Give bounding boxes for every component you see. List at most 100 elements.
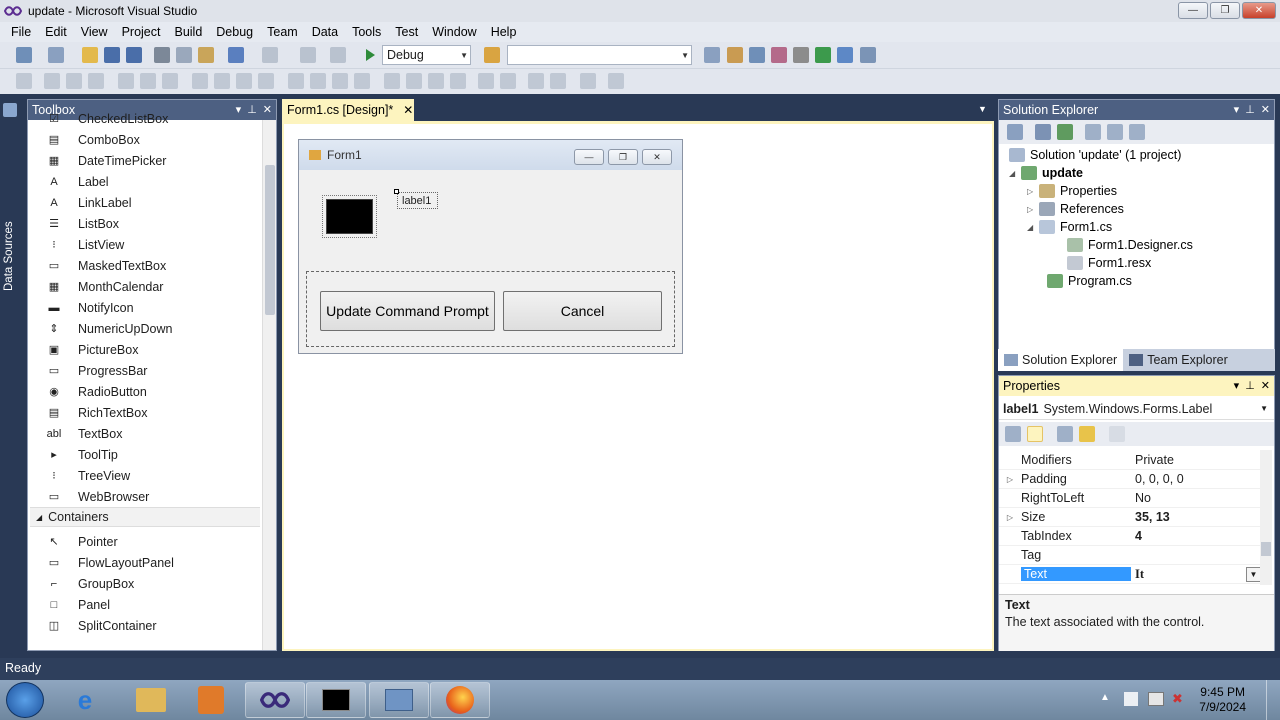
chevron-down-icon[interactable]: ▼ xyxy=(1260,404,1268,413)
make-same-width-icon[interactable] xyxy=(192,73,208,89)
align-centers-icon[interactable] xyxy=(66,73,82,89)
toolbox-item-monthcalendar[interactable]: ▦ MonthCalendar xyxy=(46,276,164,297)
panel-close-icon[interactable]: ✕ xyxy=(263,103,272,116)
solution-explorer-icon[interactable] xyxy=(704,47,720,63)
configuration-dropdown[interactable]: Debug ▼ xyxy=(382,45,471,65)
tree-references[interactable]: ▷ References xyxy=(1027,200,1124,218)
view-class-diagram-icon[interactable] xyxy=(1129,124,1145,140)
toolbox-item-combobox[interactable]: ▤ ComboBox xyxy=(46,129,140,150)
tab-team-explorer[interactable]: Team Explorer xyxy=(1123,349,1234,371)
alphabetical-icon[interactable] xyxy=(1027,426,1043,442)
show-all-files-icon[interactable] xyxy=(1035,124,1051,140)
picturebox-control[interactable] xyxy=(322,195,377,238)
toolbox-item-notifyicon[interactable]: ▬ NotifyIcon xyxy=(46,297,134,318)
open-file-icon[interactable] xyxy=(82,47,98,63)
menu-project[interactable]: Project xyxy=(115,25,168,39)
toolbox-item-groupbox[interactable]: ⌐ GroupBox xyxy=(46,573,135,594)
align-rights-icon[interactable] xyxy=(88,73,104,89)
horizontal-spacing-icon[interactable] xyxy=(288,73,304,89)
taskbar-remote-desktop[interactable] xyxy=(369,682,429,718)
command-window-icon[interactable] xyxy=(860,47,876,63)
toolbox-item-panel[interactable]: □ Panel xyxy=(46,594,110,615)
start-debugging-icon[interactable] xyxy=(362,47,378,63)
selection-handle[interactable] xyxy=(394,189,399,194)
view-code-icon[interactable] xyxy=(1085,124,1101,140)
menu-debug[interactable]: Debug xyxy=(209,25,260,39)
vertical-spacing-icon[interactable] xyxy=(384,73,400,89)
property-row-modifiers[interactable]: Modifiers Private xyxy=(999,451,1261,470)
menu-data[interactable]: Data xyxy=(305,25,345,39)
property-value[interactable]: Private xyxy=(1131,453,1259,467)
toolbox-item-linklabel[interactable]: A LinkLabel xyxy=(46,192,131,213)
undo-icon[interactable] xyxy=(228,47,244,63)
close-button[interactable]: ✕ xyxy=(1242,2,1276,19)
property-row-righttoleft[interactable]: RightToLeft No xyxy=(999,489,1261,508)
tab-order-icon[interactable] xyxy=(580,73,596,89)
panel-close-icon[interactable]: ✕ xyxy=(1261,379,1270,392)
menu-test[interactable]: Test xyxy=(388,25,425,39)
panel-dropdown-icon[interactable]: ▾ xyxy=(236,103,242,116)
property-value[interactable]: 0, 0, 0, 0 xyxy=(1131,472,1259,486)
property-row-tag[interactable]: Tag xyxy=(999,546,1261,565)
align-middles-icon[interactable] xyxy=(140,73,156,89)
toolbox-item-radiobutton[interactable]: ◉ RadioButton xyxy=(46,381,147,402)
menu-help[interactable]: Help xyxy=(484,25,524,39)
tools-icon[interactable] xyxy=(793,47,809,63)
toolbox-item-progressbar[interactable]: ▭ ProgressBar xyxy=(46,360,148,381)
toolbox-item-pointer[interactable]: ↖ Pointer xyxy=(46,531,117,552)
update-command-prompt-button[interactable]: Update Command Prompt xyxy=(320,291,495,331)
tree-form1-resx[interactable]: Form1.resx xyxy=(1067,254,1151,272)
taskbar-firefox[interactable] xyxy=(430,682,490,718)
new-project-icon[interactable] xyxy=(16,47,32,63)
center-horizontally-icon[interactable] xyxy=(478,73,494,89)
align-bottoms-icon[interactable] xyxy=(162,73,178,89)
toolbox-item-checkedlistbox[interactable]: ☑ CheckedListBox xyxy=(46,108,168,129)
taskbar-visual-studio[interactable] xyxy=(245,682,305,718)
toolbox-item-numericupdown[interactable]: ⇕ NumericUpDown xyxy=(46,318,172,339)
scrollbar-thumb[interactable] xyxy=(265,165,275,315)
property-row-tabindex[interactable]: TabIndex 4 xyxy=(999,527,1261,546)
toolbox-item-listview[interactable]: ⁝ ListView xyxy=(46,234,124,255)
menu-edit[interactable]: Edit xyxy=(38,25,74,39)
align-lefts-icon[interactable] xyxy=(44,73,60,89)
start-page-icon[interactable] xyxy=(815,47,831,63)
find-combobox[interactable]: ▼ xyxy=(507,45,692,65)
taskbar-command-prompt[interactable] xyxy=(306,682,366,718)
decrease-vertical-spacing-icon[interactable] xyxy=(428,73,444,89)
network-icon[interactable] xyxy=(1148,692,1164,706)
document-list-icon[interactable]: ▼ xyxy=(978,104,987,114)
property-value[interactable]: 4 xyxy=(1131,529,1259,543)
center-vertically-icon[interactable] xyxy=(500,73,516,89)
toolbox-scrollbar[interactable] xyxy=(262,120,276,650)
menu-file[interactable]: File xyxy=(4,25,38,39)
increase-vertical-spacing-icon[interactable] xyxy=(406,73,422,89)
properties-scrollbar[interactable] xyxy=(1260,450,1272,585)
expanded-icon[interactable]: ◢ xyxy=(1027,223,1039,232)
menu-tools[interactable]: Tools xyxy=(345,25,388,39)
toolbox-item-flowlayoutpanel[interactable]: ▭ FlowLayoutPanel xyxy=(46,552,174,573)
start-button-icon[interactable] xyxy=(6,682,44,718)
scrollbar-thumb[interactable] xyxy=(1261,542,1271,556)
cut-icon[interactable] xyxy=(154,47,170,63)
panel-dropdown-icon[interactable]: ▾ xyxy=(1234,103,1240,116)
toolbox-item-picturebox[interactable]: ▣ PictureBox xyxy=(46,339,139,360)
maximize-button[interactable]: ❐ xyxy=(1210,2,1240,19)
property-value[interactable]: 35, 13 xyxy=(1131,510,1259,524)
cancel-button[interactable]: Cancel xyxy=(503,291,662,331)
categorized-icon[interactable] xyxy=(1005,426,1021,442)
property-row-padding[interactable]: ▷ Padding 0, 0, 0, 0 xyxy=(999,470,1261,489)
align-to-grid-icon[interactable] xyxy=(16,73,32,89)
action-center-icon[interactable] xyxy=(1124,692,1138,706)
tab-form1-design[interactable]: Form1.cs [Design]* ✕ xyxy=(282,99,414,121)
property-value[interactable]: No xyxy=(1131,491,1259,505)
toolbox-window-icon[interactable] xyxy=(771,47,787,63)
panel-dropdown-icon[interactable]: ▾ xyxy=(1234,379,1240,392)
show-hidden-icons-icon[interactable]: ▲ xyxy=(1100,692,1110,703)
navigate-back-icon[interactable] xyxy=(300,47,316,63)
toolbox-item-richtextbox[interactable]: ▤ RichTextBox xyxy=(46,402,148,423)
properties-window-icon[interactable] xyxy=(727,47,743,63)
panel-close-icon[interactable]: ✕ xyxy=(1261,103,1270,116)
remove-vertical-spacing-icon[interactable] xyxy=(450,73,466,89)
chevron-down-icon[interactable]: ▼ xyxy=(1246,567,1261,582)
events-icon[interactable] xyxy=(1079,426,1095,442)
